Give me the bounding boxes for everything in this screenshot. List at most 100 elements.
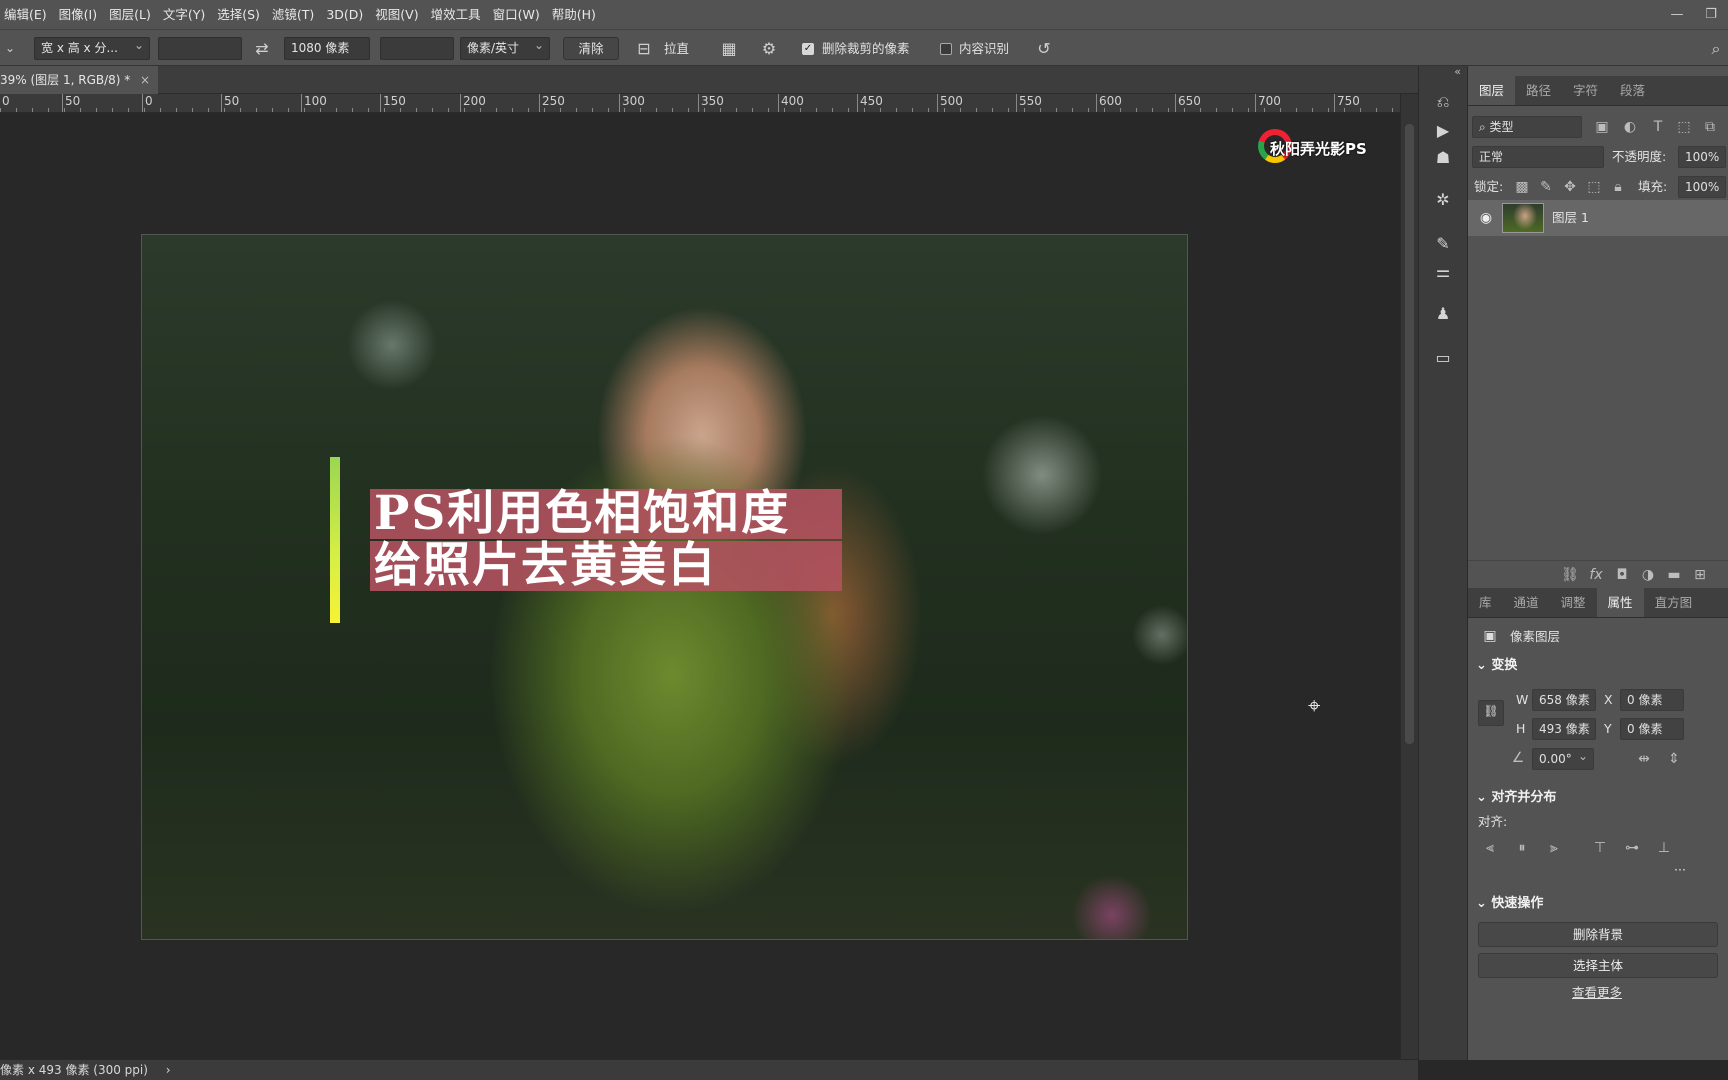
- delete-cropped-checkbox[interactable]: ✓: [802, 37, 816, 60]
- menu-layer[interactable]: 图层(L): [103, 0, 157, 29]
- blend-mode-select[interactable]: 正常: [1472, 146, 1604, 168]
- layer-row[interactable]: ◉ 图层 1: [1468, 200, 1728, 236]
- filter-pixel-icon[interactable]: ▣: [1592, 117, 1612, 137]
- content-aware-checkbox[interactable]: [940, 37, 954, 60]
- fx-icon[interactable]: fx: [1586, 565, 1606, 585]
- align-section-header[interactable]: ⌄ 对齐并分布: [1476, 788, 1556, 808]
- swap-icon[interactable]: ⇄: [250, 37, 274, 60]
- lock-brush-icon[interactable]: ✎: [1536, 177, 1556, 197]
- mask-icon[interactable]: ◘: [1612, 565, 1632, 585]
- flip-vertical-icon[interactable]: ⇕: [1664, 749, 1684, 769]
- align-center-h-icon[interactable]: ⏸: [1512, 838, 1532, 858]
- menu-plugins[interactable]: 增效工具: [425, 0, 487, 29]
- lock-move-icon[interactable]: ✥: [1560, 177, 1580, 197]
- collapse-icon[interactable]: «: [1419, 66, 1467, 80]
- tab-paragraph[interactable]: 段落: [1609, 76, 1656, 105]
- transform-section-header[interactable]: ⌄ 变换: [1476, 656, 1517, 676]
- minimize-button[interactable]: —: [1660, 0, 1694, 29]
- menu-type[interactable]: 文字(Y): [157, 0, 211, 29]
- menu-window[interactable]: 窗口(W): [487, 0, 546, 29]
- filter-shape-icon[interactable]: ⬚: [1674, 117, 1694, 137]
- document-image[interactable]: PS利用色相饱和度 给照片去黄美白: [141, 234, 1188, 940]
- reset-icon[interactable]: ↺: [1032, 37, 1056, 60]
- tab-layers[interactable]: 图层: [1468, 76, 1516, 105]
- document-tab[interactable]: 39% (图层 1, RGB/8) * ×: [0, 66, 158, 94]
- align-center-v-icon[interactable]: ⊶: [1622, 838, 1642, 858]
- horizontal-ruler[interactable]: 0 50 0 50 100 150 200 250 300 350 400 45…: [0, 94, 1400, 113]
- close-icon[interactable]: ×: [140, 66, 150, 94]
- grid-overlay-icon[interactable]: ▦: [717, 37, 741, 60]
- adjust-sliders-icon[interactable]: ⚌: [1431, 260, 1455, 284]
- artboard-panel-icon[interactable]: ▭: [1431, 346, 1455, 370]
- tab-properties[interactable]: 属性: [1596, 588, 1644, 617]
- height-input[interactable]: 493 像素: [1532, 718, 1596, 740]
- align-bottom-icon[interactable]: ⊥: [1654, 838, 1674, 858]
- delete-cropped-label[interactable]: 删除裁剪的像素: [822, 37, 910, 60]
- menu-filter[interactable]: 滤镜(T): [266, 0, 320, 29]
- gear-icon[interactable]: ⚙: [757, 37, 781, 60]
- tab-character[interactable]: 字符: [1562, 76, 1609, 105]
- remove-background-button[interactable]: 删除背景: [1478, 922, 1718, 947]
- lock-all-icon[interactable]: 🔒︎: [1608, 177, 1628, 197]
- compass-icon[interactable]: ✲: [1431, 188, 1455, 212]
- glyph-panel-icon[interactable]: ☗: [1431, 146, 1455, 170]
- folder-icon[interactable]: ▬: [1664, 565, 1684, 585]
- flip-horizontal-icon[interactable]: ⇹: [1634, 749, 1654, 769]
- lock-artboard-icon[interactable]: ⬚: [1584, 177, 1604, 197]
- menu-help[interactable]: 帮助(H): [546, 0, 602, 29]
- content-aware-label[interactable]: 内容识别: [959, 37, 1009, 60]
- restore-button[interactable]: ❐: [1694, 0, 1728, 29]
- link-proportions-button[interactable]: ⛓: [1478, 700, 1504, 726]
- scrollbar-thumb[interactable]: [1405, 124, 1414, 744]
- layer-name[interactable]: 图层 1: [1552, 207, 1589, 229]
- more-options-icon[interactable]: ···: [1674, 859, 1686, 881]
- align-left-icon[interactable]: ⫷: [1480, 838, 1500, 858]
- width-input[interactable]: 658 像素: [1532, 689, 1596, 711]
- crop-width-input[interactable]: [158, 37, 242, 60]
- eye-icon[interactable]: ◉: [1476, 208, 1496, 228]
- crop-ratio-select[interactable]: 宽 x 高 x 分...: [34, 35, 150, 60]
- clone-source-icon[interactable]: ♟: [1431, 302, 1455, 326]
- tool-preset-chevron-icon[interactable]: ⌄: [0, 37, 20, 60]
- adjustment-layer-icon[interactable]: ◑: [1638, 565, 1658, 585]
- crop-height-input[interactable]: 1080 像素: [284, 37, 370, 60]
- resolution-unit-select[interactable]: 像素/英寸: [460, 35, 550, 60]
- brush-settings-icon[interactable]: ✎: [1431, 232, 1455, 256]
- link-icon[interactable]: ⛓: [1560, 565, 1580, 585]
- resolution-input[interactable]: [380, 37, 454, 60]
- menu-view[interactable]: 视图(V): [369, 0, 424, 29]
- filter-type-icon[interactable]: T: [1648, 117, 1668, 137]
- x-input[interactable]: 0 像素: [1620, 689, 1684, 711]
- y-input[interactable]: 0 像素: [1620, 718, 1684, 740]
- actions-play-icon[interactable]: ▶: [1431, 119, 1455, 143]
- menu-image[interactable]: 图像(I): [53, 0, 103, 29]
- new-layer-icon[interactable]: ⊞: [1690, 565, 1710, 585]
- opacity-input[interactable]: 100%: [1678, 146, 1726, 168]
- search-icon[interactable]: ⌕: [1704, 37, 1728, 60]
- see-more-link[interactable]: 查看更多: [1572, 982, 1622, 1004]
- fill-input[interactable]: 100%: [1678, 176, 1726, 198]
- lock-transparent-icon[interactable]: ▩: [1512, 177, 1532, 197]
- status-menu-arrow-icon[interactable]: ›: [166, 1063, 171, 1077]
- angle-input[interactable]: 0.00°: [1532, 746, 1594, 770]
- history-icon[interactable]: ⎌: [1431, 90, 1455, 114]
- menu-select[interactable]: 选择(S): [211, 0, 266, 29]
- tab-histogram[interactable]: 直方图: [1644, 588, 1704, 617]
- menu-edit[interactable]: 编辑(E): [0, 0, 53, 29]
- filter-adjust-icon[interactable]: ◐: [1620, 117, 1640, 137]
- tab-library[interactable]: 库: [1468, 588, 1503, 617]
- tab-paths[interactable]: 路径: [1515, 76, 1562, 105]
- quick-actions-header[interactable]: ⌄ 快速操作: [1476, 894, 1543, 914]
- align-top-icon[interactable]: ⊤: [1590, 838, 1610, 858]
- tab-adjustments[interactable]: 调整: [1550, 588, 1597, 617]
- clear-button[interactable]: 清除: [563, 37, 619, 60]
- align-right-icon[interactable]: ⫸: [1544, 838, 1564, 858]
- straighten-label[interactable]: 拉直: [664, 37, 689, 60]
- straighten-icon[interactable]: ⊟: [632, 37, 656, 60]
- vertical-scrollbar[interactable]: [1400, 94, 1418, 1059]
- select-subject-button[interactable]: 选择主体: [1478, 953, 1718, 978]
- layer-filter-select[interactable]: ⌕ 类型: [1472, 116, 1582, 138]
- filter-smart-icon[interactable]: ⧉: [1700, 117, 1720, 137]
- menu-3d[interactable]: 3D(D): [320, 0, 369, 29]
- tab-channels[interactable]: 通道: [1503, 588, 1550, 617]
